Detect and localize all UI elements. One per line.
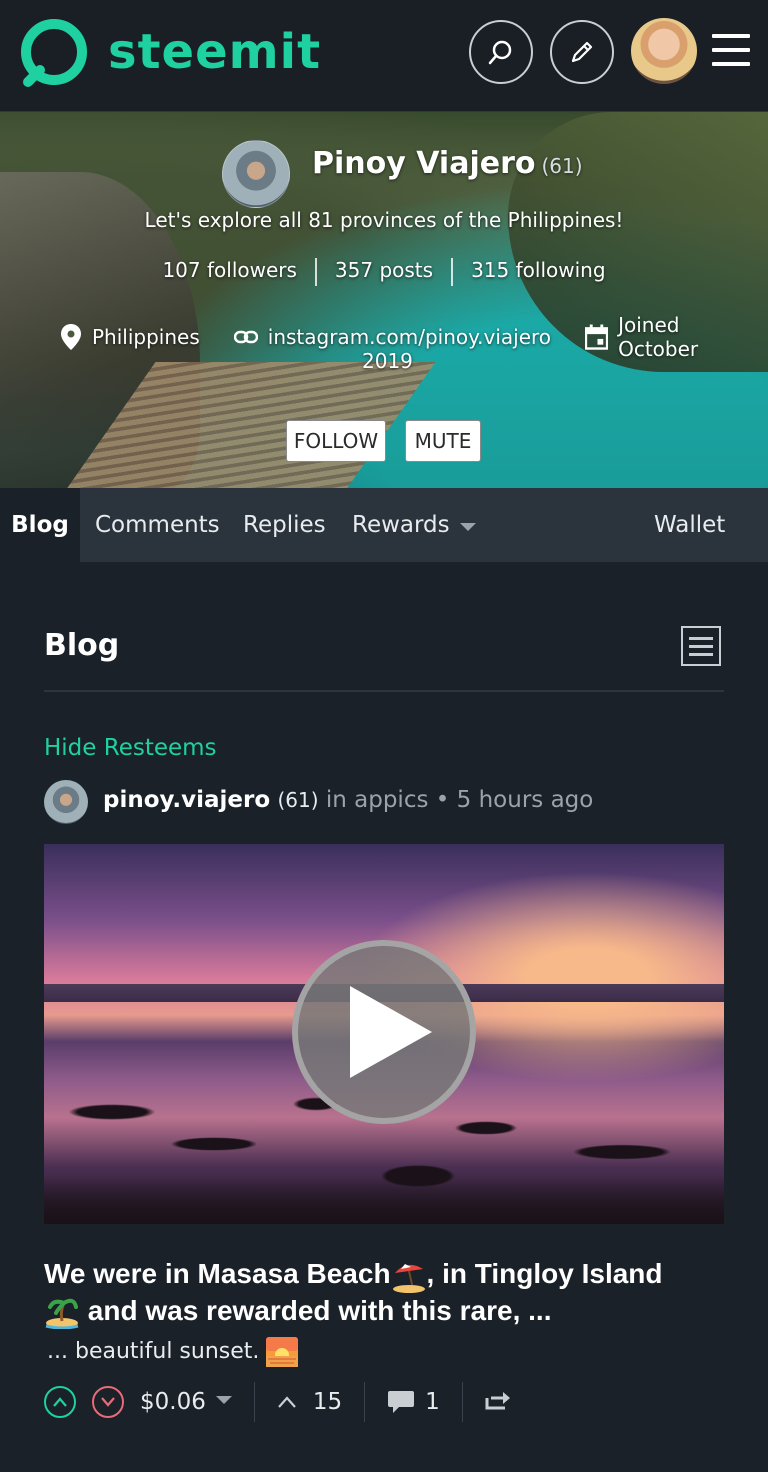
logo-text: steemit — [108, 24, 322, 80]
chevron-down-icon — [459, 523, 476, 531]
tab-wallet[interactable]: Wallet — [654, 488, 725, 562]
chevron-down-icon — [101, 1397, 115, 1407]
profile-about: Let's explore all 81 provinces of the Ph… — [144, 208, 624, 232]
resteem-button[interactable] — [485, 1389, 513, 1415]
hamburger-menu-icon[interactable] — [712, 34, 750, 66]
sunset-icon — [266, 1337, 299, 1367]
layout-toggle-button[interactable] — [681, 626, 721, 666]
profile-website[interactable]: instagram.com/pinoy.viajero — [233, 325, 551, 349]
pencil-icon — [571, 41, 593, 63]
post-actions: $0.06 15 1 — [44, 1380, 724, 1424]
search-icon — [488, 40, 512, 65]
post-title-part2: , in Tingloy Island — [426, 1258, 663, 1289]
post-author-avatar[interactable] — [44, 780, 88, 824]
posts-count: 357 posts — [334, 258, 434, 282]
calendar-icon — [585, 324, 609, 350]
resteem-icon — [485, 1392, 510, 1410]
meta-dot: • — [435, 787, 450, 813]
location-text: Philippines — [92, 325, 200, 349]
profile-avatar — [222, 140, 290, 208]
votes-count: 15 — [312, 1389, 343, 1415]
action-divider — [253, 1382, 255, 1422]
tab-blog[interactable]: Blog — [0, 488, 80, 562]
downvote-button[interactable] — [92, 1386, 124, 1418]
desert-island-icon — [45, 1298, 79, 1330]
post-title-part1: We were in Masasa Beach — [44, 1258, 391, 1289]
tab-comments[interactable]: Comments — [95, 488, 220, 562]
top-header: steemit — [0, 0, 768, 112]
action-divider — [461, 1382, 463, 1422]
followers-count[interactable]: 107 followers — [162, 258, 296, 286]
steemit-logo[interactable]: steemit — [18, 16, 321, 88]
post-meta: pinoy.viajero (61) in appics • 5 hours a… — [103, 787, 593, 813]
joined-text: Joined October — [618, 313, 699, 361]
caret-up-icon — [278, 1396, 296, 1408]
link-icon — [233, 330, 258, 344]
profile-location: Philippines — [60, 323, 200, 351]
chevron-down-icon — [215, 1396, 232, 1404]
search-button[interactable] — [469, 20, 533, 84]
profile-name: Pinoy Viajero (61) — [312, 146, 583, 181]
post-title[interactable]: We were in Masasa Beach , in Tingloy Isl… — [44, 1256, 724, 1330]
payout-dropdown[interactable]: $0.06 — [140, 1389, 232, 1415]
action-divider — [364, 1382, 366, 1422]
payout-value: $0.06 — [140, 1389, 206, 1415]
profile-reputation: (61) — [541, 154, 583, 178]
play-icon — [350, 986, 432, 1078]
steemit-logo-icon — [21, 19, 87, 87]
profile-display-name: Pinoy Viajero — [312, 146, 536, 181]
beach-umbrella-icon — [392, 1263, 425, 1293]
post-title-part3: and was rewarded with this rare, ... — [80, 1294, 552, 1326]
post-author-reputation: (61) — [277, 788, 319, 812]
post-summary-text: ... beautiful sunset. — [47, 1339, 260, 1364]
chevron-up-icon — [53, 1397, 67, 1407]
mute-button[interactable]: MUTE — [405, 420, 481, 462]
post-author[interactable]: pinoy.viajero — [103, 787, 270, 813]
stats-divider — [314, 258, 317, 286]
post-summary: ... beautiful sunset. — [47, 1337, 299, 1367]
voters-list[interactable]: 15 — [277, 1389, 342, 1415]
location-pin-icon — [61, 324, 81, 350]
user-avatar[interactable] — [631, 18, 697, 84]
joined-year: 2019 — [362, 349, 413, 373]
new-post-button[interactable] — [550, 20, 614, 84]
following-count[interactable]: 315 following — [471, 258, 605, 286]
comments-link[interactable]: 1 — [387, 1389, 440, 1415]
follow-button[interactable]: FOLLOW — [286, 420, 386, 462]
profile-joined: Joined October — [585, 313, 760, 361]
post-community[interactable]: in appics — [326, 787, 429, 813]
profile-tabs: Blog Comments Replies Rewards Wallet — [0, 488, 768, 562]
stats-divider — [451, 258, 454, 286]
tab-rewards[interactable]: Rewards — [352, 488, 476, 562]
post-time[interactable]: 5 hours ago — [457, 787, 594, 813]
hide-resteems-link[interactable]: Hide Resteems — [44, 735, 217, 761]
comments-count: 1 — [425, 1389, 440, 1415]
play-button[interactable] — [292, 940, 476, 1124]
post-thumbnail[interactable] — [44, 844, 724, 1224]
section-divider — [44, 690, 724, 692]
tab-replies[interactable]: Replies — [243, 488, 326, 562]
website-text[interactable]: instagram.com/pinoy.viajero — [268, 325, 551, 349]
tab-rewards-label: Rewards — [352, 512, 450, 538]
section-title: Blog — [44, 628, 120, 663]
profile-stats: 107 followers 357 posts 315 following — [0, 258, 768, 286]
upvote-button[interactable] — [44, 1386, 76, 1418]
comment-bubble-icon — [388, 1391, 415, 1413]
